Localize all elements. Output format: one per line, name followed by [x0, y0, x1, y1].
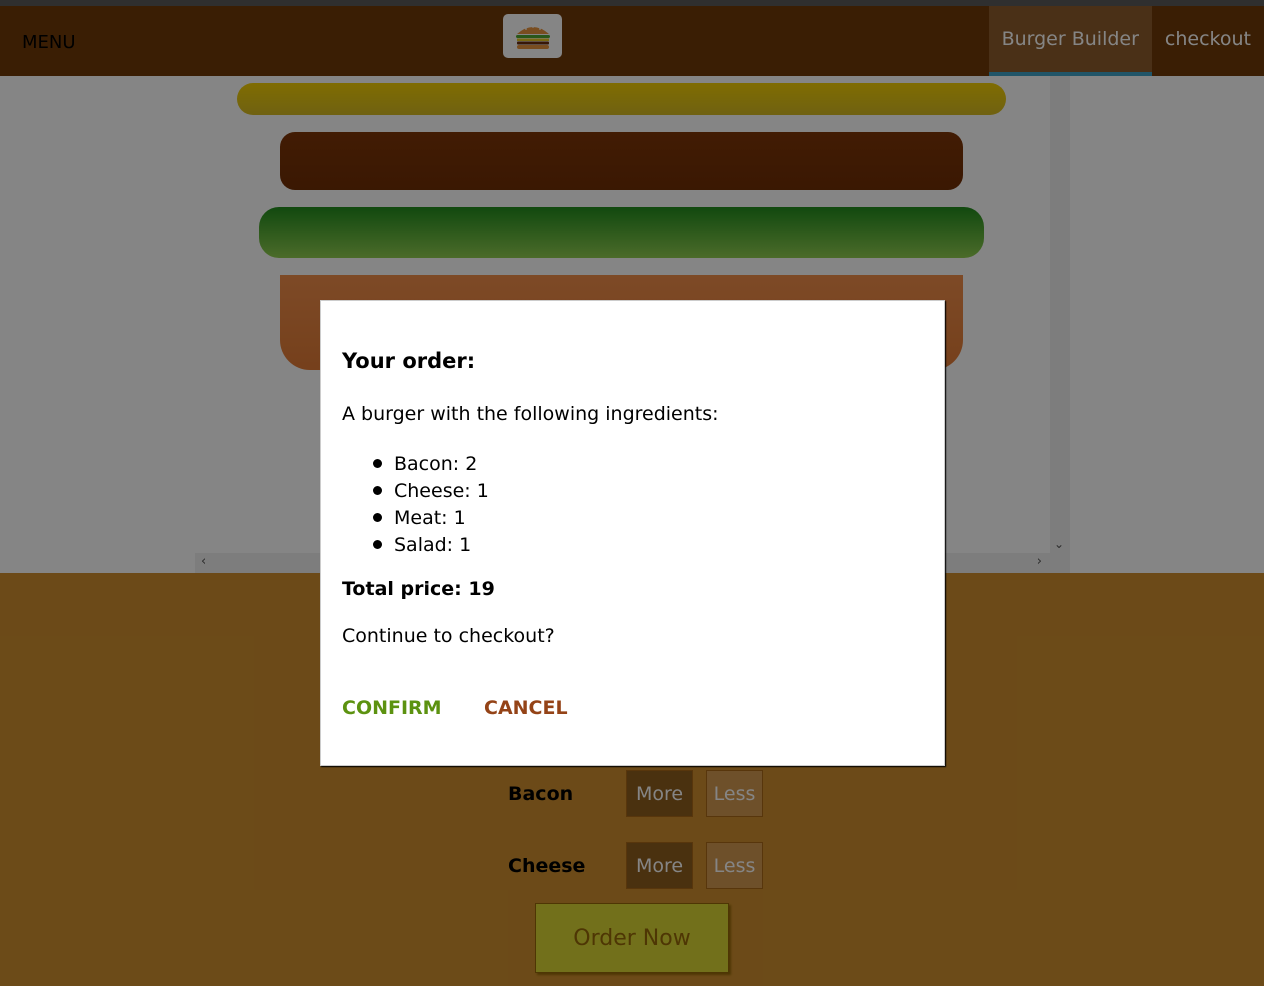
list-item: Cheese: 1 [371, 477, 489, 504]
modal-title: Your order: [342, 349, 476, 373]
list-item: Salad: 1 [371, 531, 489, 558]
order-summary-modal: Your order: A burger with the following … [320, 300, 945, 766]
list-item: Bacon: 2 [371, 450, 489, 477]
cancel-button[interactable]: CANCEL [484, 697, 568, 719]
total-price: Total price: 19 [342, 578, 495, 600]
ingredient-list: Bacon: 2 Cheese: 1 Meat: 1 Salad: 1 [371, 450, 489, 558]
checkout-question: Continue to checkout? [342, 625, 555, 647]
order-intro-text: A burger with the following ingredients: [342, 403, 719, 425]
confirm-button[interactable]: CONFIRM [342, 697, 442, 719]
list-item: Meat: 1 [371, 504, 489, 531]
